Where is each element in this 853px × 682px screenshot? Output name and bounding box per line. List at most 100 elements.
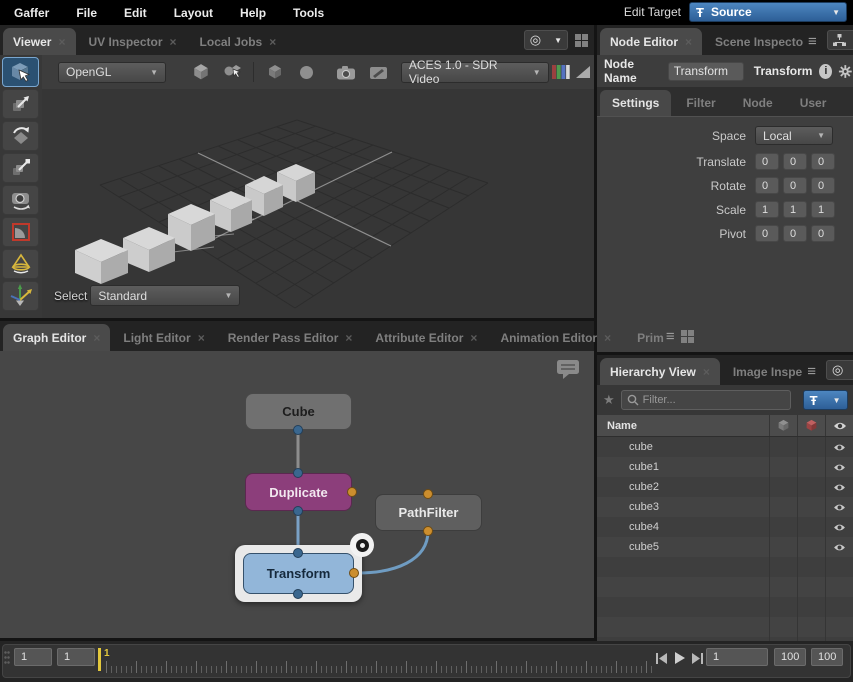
visibility-cell[interactable] <box>825 437 853 457</box>
exclusions-column-header[interactable] <box>797 415 825 436</box>
light-position-tool-button[interactable] <box>2 281 39 311</box>
range-end-field[interactable]: 100 <box>774 648 806 666</box>
visibility-cell[interactable] <box>825 477 853 497</box>
filter-input[interactable] <box>643 394 785 406</box>
exclusions-cell[interactable] <box>797 437 825 457</box>
menu-tools[interactable]: Tools <box>293 6 324 20</box>
visibility-cell[interactable] <box>825 517 853 537</box>
table-row[interactable]: cube1 <box>597 457 853 477</box>
frame-start-field[interactable]: 1 <box>14 648 52 666</box>
close-icon[interactable]: × <box>703 365 710 379</box>
visibility-cell[interactable] <box>825 457 853 477</box>
timeline-ruler[interactable]: 1 <box>98 646 655 677</box>
tab-attribute-editor[interactable]: Attribute Editor × <box>365 324 487 351</box>
menu-gaffer[interactable]: Gaffer <box>14 6 49 20</box>
inclusions-cell[interactable] <box>769 477 797 497</box>
inclusions-cell[interactable] <box>769 457 797 477</box>
inclusions-cell[interactable] <box>769 517 797 537</box>
port-duplicate-out[interactable] <box>293 506 303 516</box>
layout-menu-icon[interactable] <box>575 34 588 47</box>
menu-edit[interactable]: Edit <box>124 6 147 20</box>
camera-tool-button[interactable] <box>2 185 39 215</box>
close-icon[interactable]: × <box>685 35 692 49</box>
edit-target-dropdown[interactable]: Ŧ Source ▼ <box>689 2 847 22</box>
close-icon[interactable]: × <box>198 331 205 345</box>
filter-search-box[interactable] <box>621 390 791 410</box>
hierarchy-focus-menu-button[interactable]: ◎ ▼ <box>826 360 853 380</box>
port-transform-filter[interactable] <box>349 568 359 578</box>
exposure-button[interactable] <box>572 60 594 84</box>
node-name-input[interactable] <box>668 62 744 81</box>
skip-to-end-button[interactable] <box>692 653 704 664</box>
scale-z-field[interactable]: 1 <box>811 201 835 218</box>
pivot-y-field[interactable]: 0 <box>783 225 807 242</box>
tab-light-editor[interactable]: Light Editor × <box>113 324 214 351</box>
port-duplicate-in[interactable] <box>293 468 303 478</box>
tab-overflow-icon[interactable]: ≡ <box>666 328 675 345</box>
close-icon[interactable]: × <box>170 35 177 49</box>
drag-grip-icon[interactable] <box>4 650 10 665</box>
annotation-bubble-icon[interactable] <box>556 359 580 383</box>
crop-window-tool-button[interactable] <box>2 217 39 247</box>
inclusions-column-header[interactable] <box>769 415 797 436</box>
light-tool-button[interactable] <box>2 249 39 279</box>
play-button[interactable] <box>674 652 686 664</box>
table-row[interactable]: cube5 <box>597 537 853 557</box>
close-icon[interactable]: × <box>345 331 352 345</box>
tab-viewer[interactable]: Viewer × <box>3 28 76 55</box>
exclusions-cell[interactable] <box>797 537 825 557</box>
space-dropdown[interactable]: Local ▼ <box>755 126 833 145</box>
translate-tool-button[interactable] <box>2 89 39 119</box>
menu-help[interactable]: Help <box>240 6 266 20</box>
table-row[interactable]: cube3 <box>597 497 853 517</box>
close-icon[interactable]: × <box>604 331 611 345</box>
tab-primitive-inspector[interactable]: Prim <box>627 324 666 351</box>
inclusions-cell[interactable] <box>769 497 797 517</box>
gear-icon[interactable] <box>838 63 853 80</box>
subtab-filter[interactable]: Filter <box>674 90 727 116</box>
tab-hierarchy-view[interactable]: Hierarchy View × <box>600 358 720 385</box>
translate-y-field[interactable]: 0 <box>783 153 807 170</box>
port-transform-out[interactable] <box>293 589 303 599</box>
inclusions-cell[interactable] <box>769 437 797 457</box>
scale-x-field[interactable]: 1 <box>755 201 779 218</box>
rotate-x-field[interactable]: 0 <box>755 177 779 194</box>
menu-file[interactable]: File <box>76 6 97 20</box>
close-icon[interactable]: × <box>269 35 276 49</box>
close-icon[interactable]: × <box>470 331 477 345</box>
sphere-button[interactable] <box>296 60 318 84</box>
frame-field[interactable]: 1 <box>706 648 768 666</box>
close-icon[interactable]: × <box>93 331 100 345</box>
rotate-y-field[interactable]: 0 <box>783 177 807 194</box>
node-transform[interactable]: Transform <box>243 553 354 594</box>
focus-ring-icon[interactable] <box>350 533 374 557</box>
display-transform-dropdown[interactable]: ACES 1.0 - SDR Video ▼ <box>401 62 549 83</box>
inclusions-cell[interactable] <box>769 537 797 557</box>
shading-mode-button[interactable] <box>190 60 212 84</box>
info-icon[interactable]: i <box>819 64 832 79</box>
channels-button[interactable] <box>551 60 573 84</box>
select-mode-dropdown[interactable]: Standard ▼ <box>90 285 240 306</box>
visibility-cell[interactable] <box>825 497 853 517</box>
select-tool-button[interactable] <box>2 57 39 87</box>
playhead[interactable] <box>98 648 101 671</box>
tab-scene-inspector[interactable]: Scene Inspecto ≡ <box>705 28 827 55</box>
graph-canvas[interactable]: Cube Duplicate PathFilter Transform <box>0 351 594 638</box>
scale-tool-button[interactable] <box>2 153 39 183</box>
layout-menu-icon[interactable] <box>681 330 694 343</box>
tab-uv-inspector[interactable]: UV Inspector × <box>79 28 187 55</box>
subtab-settings[interactable]: Settings <box>600 90 671 116</box>
subtab-node[interactable]: Node <box>731 90 785 116</box>
node-editor-mode-button[interactable]: ▼ <box>827 30 853 50</box>
visibility-column-header[interactable] <box>825 415 853 436</box>
edit-scope-dropdown[interactable]: Ŧ ▼ <box>803 390 848 410</box>
close-icon[interactable]: × <box>58 35 65 49</box>
tab-animation-editor[interactable]: Animation Editor × <box>490 324 621 351</box>
menu-layout[interactable]: Layout <box>174 6 213 20</box>
exclusions-cell[interactable] <box>797 517 825 537</box>
exclusions-cell[interactable] <box>797 457 825 477</box>
tab-node-editor[interactable]: Node Editor × <box>600 28 702 55</box>
scale-y-field[interactable]: 1 <box>783 201 807 218</box>
table-row[interactable]: cube <box>597 437 853 457</box>
tab-render-pass-editor[interactable]: Render Pass Editor × <box>218 324 363 351</box>
